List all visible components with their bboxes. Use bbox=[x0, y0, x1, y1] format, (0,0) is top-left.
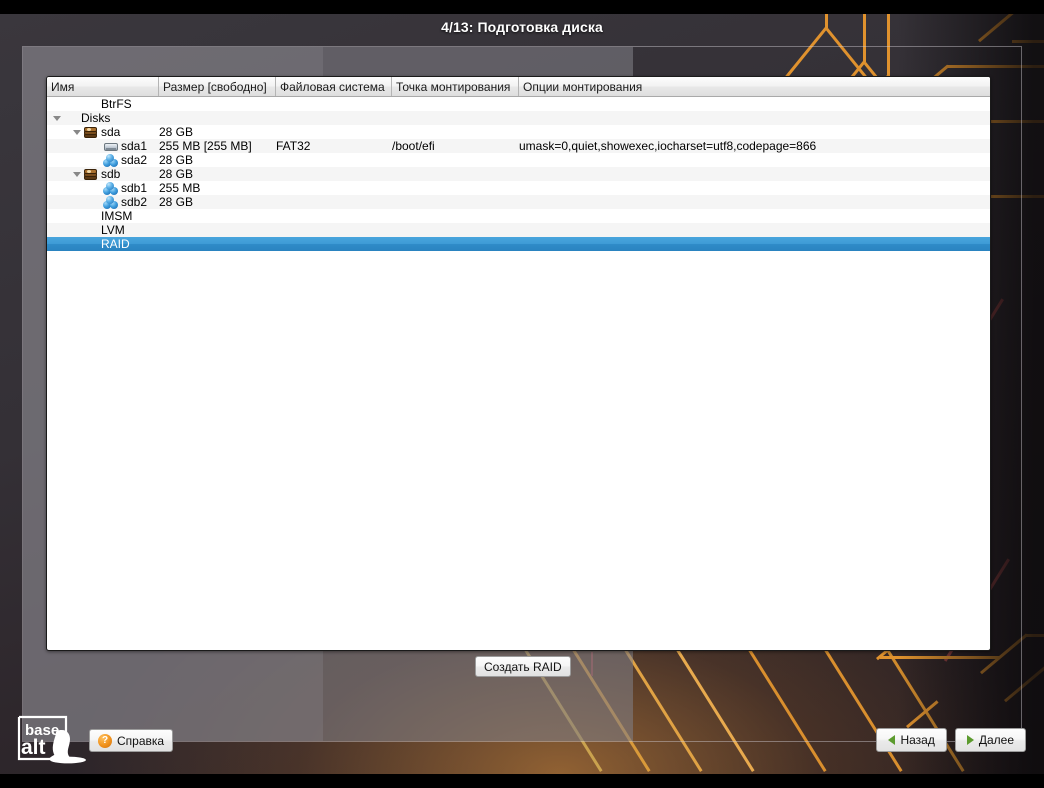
table-row[interactable]: sdb2 28 GB bbox=[47, 195, 990, 209]
logo-text-alt: alt bbox=[21, 736, 46, 759]
column-header-label: Точка монтирования bbox=[396, 80, 510, 94]
arrow-left-icon bbox=[888, 735, 895, 745]
create-raid-button[interactable]: Создать RAID bbox=[475, 656, 571, 677]
cell-mount-options: umask=0,quiet,showexec,iocharset=utf8,co… bbox=[519, 139, 990, 153]
navigation-buttons: Назад Далее bbox=[876, 728, 1026, 752]
page-title: 4/13: Подготовка диска bbox=[441, 19, 603, 35]
cell-mountpoint: /boot/efi bbox=[392, 139, 519, 153]
create-raid-label: Создать RAID bbox=[484, 660, 562, 674]
column-header-2[interactable]: Размер [свободно] bbox=[159, 77, 276, 96]
hard-disk-icon bbox=[83, 126, 99, 139]
arrow-right-icon bbox=[967, 735, 974, 745]
no-icon bbox=[83, 98, 99, 111]
title-bar: 4/13: Подготовка диска bbox=[0, 14, 1044, 40]
column-header-4[interactable]: Точка монтирования bbox=[392, 77, 519, 96]
installer-screen: 4/13: Подготовка диска Имя Размер [свобод… bbox=[0, 0, 1044, 788]
cell-name: LVM bbox=[47, 223, 159, 237]
question-mark-icon: ? bbox=[98, 734, 112, 748]
table-row[interactable]: BtrFS bbox=[47, 97, 990, 111]
cell-name: Disks bbox=[47, 111, 159, 125]
next-button[interactable]: Далее bbox=[955, 728, 1026, 752]
column-header-label: Опции монтирования bbox=[523, 80, 642, 94]
row-name-label: sdb2 bbox=[121, 195, 147, 209]
basealt-logo-svg: base alt bbox=[16, 714, 88, 766]
tree-expand-arrow-icon[interactable] bbox=[70, 172, 83, 177]
cell-name: sda2 bbox=[47, 153, 159, 167]
row-name-label: sda1 bbox=[121, 139, 147, 153]
table-row[interactable]: sdb1 255 MB bbox=[47, 181, 990, 195]
table-row[interactable]: sda1 255 MB [255 MB]FAT32/boot/efiumask=0… bbox=[47, 139, 990, 153]
column-header-1[interactable]: Имя bbox=[47, 77, 159, 96]
column-header-label: Размер [свободно] bbox=[163, 80, 267, 94]
back-button-label: Назад bbox=[900, 733, 934, 747]
row-name-label: LVM bbox=[101, 223, 125, 237]
column-header-label: Имя bbox=[51, 80, 74, 94]
help-button-label: Справка bbox=[117, 734, 164, 748]
cell-size: 28 GB bbox=[159, 195, 276, 209]
cell-name: RAID bbox=[47, 237, 159, 251]
filesystem-partition-icon bbox=[103, 140, 119, 153]
row-name-label: sda bbox=[101, 125, 120, 139]
cell-name: IMSM bbox=[47, 209, 159, 223]
table-row[interactable]: sda2 28 GB bbox=[47, 153, 990, 167]
row-name-label: RAID bbox=[101, 237, 130, 251]
cell-name: sdb1 bbox=[47, 181, 159, 195]
cell-size: 255 MB [255 MB] bbox=[159, 139, 276, 153]
cell-name: sdb2 bbox=[47, 195, 159, 209]
partition-icon bbox=[103, 182, 119, 195]
table-row[interactable]: RAID bbox=[47, 237, 990, 251]
cell-name: sda1 bbox=[47, 139, 159, 153]
table-row[interactable]: sdb 28 GB bbox=[47, 167, 990, 181]
tree-expand-arrow-icon[interactable] bbox=[50, 116, 63, 121]
partition-list-panel[interactable]: Имя Размер [свободно] Файловая система Точк… bbox=[46, 76, 991, 651]
row-name-label: IMSM bbox=[101, 209, 132, 223]
letterbox-top bbox=[0, 0, 1044, 14]
cell-name: sda bbox=[47, 125, 159, 139]
partition-icon bbox=[103, 196, 119, 209]
table-row[interactable]: LVM bbox=[47, 223, 990, 237]
table-row[interactable]: sda 28 GB bbox=[47, 125, 990, 139]
column-header-5[interactable]: Опции монтирования bbox=[519, 77, 990, 96]
table-header-row: Имя Размер [свободно] Файловая система Точк… bbox=[47, 77, 990, 97]
no-icon bbox=[83, 224, 99, 237]
cell-size: 28 GB bbox=[159, 167, 276, 181]
cell-filesystem: FAT32 bbox=[276, 139, 392, 153]
row-name-label: sdb bbox=[101, 167, 120, 181]
help-button[interactable]: ? Справка bbox=[89, 729, 173, 752]
cell-size: 255 MB bbox=[159, 181, 276, 195]
row-name-label: sdb1 bbox=[121, 181, 147, 195]
back-button[interactable]: Назад bbox=[876, 728, 946, 752]
tree-expand-arrow-icon[interactable] bbox=[70, 130, 83, 135]
row-name-label: BtrFS bbox=[101, 97, 132, 111]
cell-name: sdb bbox=[47, 167, 159, 181]
no-icon bbox=[83, 210, 99, 223]
partition-icon bbox=[103, 154, 119, 167]
cell-size: 28 GB bbox=[159, 153, 276, 167]
table-body[interactable]: BtrFSDiskssda 28 GB sda1 255 MB [255 MB]FAT… bbox=[47, 97, 990, 251]
column-header-label: Файловая система bbox=[280, 80, 385, 94]
no-icon bbox=[63, 112, 79, 125]
row-name-label: sda2 bbox=[121, 153, 147, 167]
basealt-logo: base alt bbox=[16, 714, 88, 766]
cell-name: BtrFS bbox=[47, 97, 159, 111]
table-row[interactable]: Disks bbox=[47, 111, 990, 125]
no-icon bbox=[83, 238, 99, 251]
next-button-label: Далее bbox=[979, 733, 1014, 747]
hard-disk-icon bbox=[83, 168, 99, 181]
letterbox-bottom bbox=[0, 774, 1044, 788]
column-header-3[interactable]: Файловая система bbox=[276, 77, 392, 96]
row-name-label: Disks bbox=[81, 111, 110, 125]
table-row[interactable]: IMSM bbox=[47, 209, 990, 223]
cell-size: 28 GB bbox=[159, 125, 276, 139]
